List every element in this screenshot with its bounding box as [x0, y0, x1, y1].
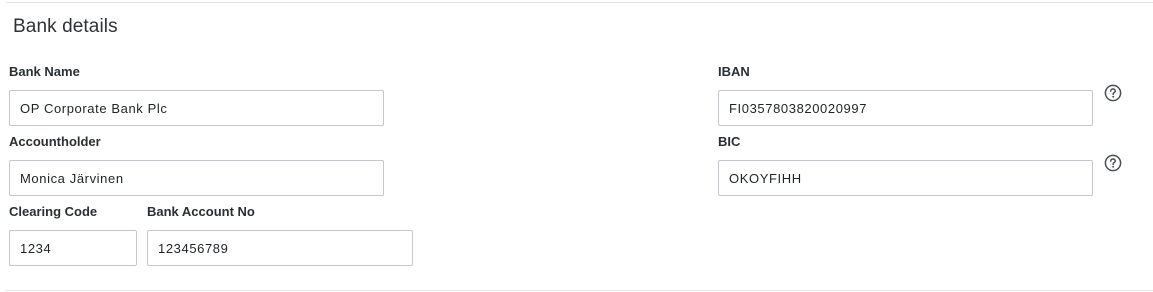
- bic-label: BIC: [718, 134, 741, 149]
- bic-group: BIC: [718, 133, 1093, 196]
- bank-name-label: Bank Name: [9, 64, 80, 79]
- accountholder-label: Accountholder: [9, 134, 101, 149]
- top-divider: [6, 2, 1153, 3]
- section-title: Bank details: [13, 16, 118, 37]
- bic-question-circle-icon[interactable]: [1104, 154, 1122, 172]
- bank-name-group: Bank Name: [9, 63, 384, 126]
- bank-name-input[interactable]: [9, 90, 384, 126]
- accountholder-group: Accountholder: [9, 133, 384, 196]
- iban-question-circle-icon[interactable]: [1104, 84, 1122, 102]
- iban-label: IBAN: [718, 64, 750, 79]
- clearing-code-input[interactable]: [9, 230, 137, 266]
- bank-details-panel: Bank details Bank Name Accountholder Cle…: [0, 0, 1153, 292]
- bic-input[interactable]: [718, 160, 1093, 196]
- bottom-divider: [6, 290, 1153, 291]
- clearing-code-label: Clearing Code: [9, 204, 98, 219]
- bank-account-no-group: Bank Account No: [147, 203, 413, 266]
- accountholder-input[interactable]: [9, 160, 384, 196]
- bank-account-no-label: Bank Account No: [147, 204, 255, 219]
- clearing-code-group: Clearing Code: [9, 203, 137, 266]
- iban-group: IBAN: [718, 63, 1093, 126]
- bank-account-no-input[interactable]: [147, 230, 413, 266]
- iban-input[interactable]: [718, 90, 1093, 126]
